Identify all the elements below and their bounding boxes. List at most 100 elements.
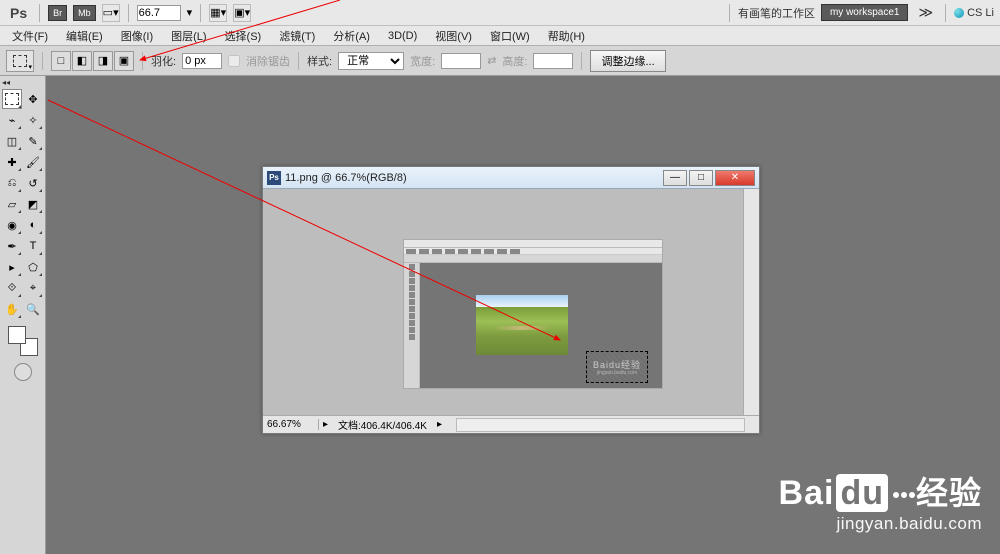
bridge-button[interactable]: Br	[48, 5, 67, 21]
antialias-label: 消除锯齿	[246, 53, 290, 69]
separator	[200, 4, 201, 22]
eraser-tool[interactable]: ▱	[2, 194, 22, 214]
pen-tool[interactable]: ✒	[2, 236, 22, 256]
separator	[128, 4, 129, 22]
foreground-color[interactable]	[8, 326, 26, 344]
separator	[42, 52, 43, 70]
mode-add-button[interactable]: ◧	[72, 51, 92, 71]
move-tool[interactable]: ✥	[23, 89, 43, 109]
hand-tool[interactable]: ✋	[2, 299, 22, 319]
doc-info[interactable]: 文档:406.4K/406.4K	[332, 417, 433, 432]
view-extras-icon[interactable]: ▭▾	[102, 4, 120, 22]
healing-brush-tool[interactable]: ✚	[2, 152, 22, 172]
mode-subtract-button[interactable]: ◨	[93, 51, 113, 71]
style-label: 样式:	[307, 53, 332, 69]
type-tool[interactable]: T	[23, 236, 43, 256]
separator	[142, 52, 143, 70]
3d-camera-tool[interactable]: ⌖	[23, 278, 43, 298]
style-select[interactable]: 正常	[338, 52, 404, 70]
height-input	[533, 53, 573, 69]
arrange-documents-icon[interactable]: ▦▾	[209, 4, 227, 22]
screen-mode-icon[interactable]: ▣▾	[233, 4, 251, 22]
clone-stamp-tool[interactable]: ⎌	[2, 173, 22, 193]
gradient-tool[interactable]: ◩	[23, 194, 43, 214]
separator	[581, 52, 582, 70]
cs-live-button[interactable]: CS Li	[954, 7, 994, 19]
crop-tool[interactable]: ◫	[2, 131, 22, 151]
menu-file[interactable]: 文件(F)	[4, 26, 56, 46]
history-brush-tool[interactable]: ↺	[23, 173, 43, 193]
menu-bar: 文件(F) 编辑(E) 图像(I) 图层(L) 选择(S) 滤镜(T) 分析(A…	[0, 26, 1000, 46]
wm-url: jingyan.baidu.com	[779, 514, 982, 534]
maximize-button[interactable]: □	[689, 170, 713, 186]
shape-tool[interactable]: ⬠	[23, 257, 43, 277]
my-workspace-button[interactable]: my workspace1	[821, 4, 908, 21]
wm-bai: Bai	[779, 474, 835, 512]
height-label: 高度:	[502, 53, 527, 69]
close-button[interactable]: ✕	[715, 170, 755, 186]
3d-tool[interactable]: ⟐	[2, 278, 22, 298]
zoom-tool[interactable]: 🔍	[23, 299, 43, 319]
menu-analysis[interactable]: 分析(A)	[325, 26, 378, 46]
ps-logo: Ps	[6, 5, 31, 21]
magic-wand-tool[interactable]: ✧	[23, 110, 43, 130]
path-selection-tool[interactable]: ▸	[2, 257, 22, 277]
feather-input[interactable]	[182, 53, 222, 69]
menu-edit[interactable]: 编辑(E)	[58, 26, 111, 46]
antialias-checkbox	[228, 55, 240, 67]
workspace-brush-label[interactable]: 有画笔的工作区	[738, 5, 815, 21]
document-titlebar[interactable]: Ps 11.png @ 66.7%(RGB/8) — □ ✕	[263, 167, 759, 189]
zoom-status[interactable]: 66.67%	[263, 419, 319, 430]
horizontal-scrollbar[interactable]	[456, 418, 745, 432]
current-tool-button[interactable]: ▾	[6, 50, 34, 72]
eyedropper-tool[interactable]: ✎	[23, 131, 43, 151]
more-workspaces-icon[interactable]: ≫	[914, 4, 937, 21]
inner-photo	[476, 295, 568, 355]
menu-3d[interactable]: 3D(D)	[380, 28, 425, 44]
dropdown-arrow-icon[interactable]: ▾	[187, 6, 193, 19]
cs-live-icon	[954, 8, 964, 18]
menu-layer[interactable]: 图层(L)	[163, 26, 214, 46]
color-swatches[interactable]	[8, 326, 38, 356]
tool-panel: ◂◂ ✥ ⌁ ✧ ◫ ✎ ✚ 🖌 ⎌ ↺ ▱ ◩ ◉ ◐ ✒	[0, 76, 46, 554]
menu-image[interactable]: 图像(I)	[113, 26, 161, 46]
menu-view[interactable]: 视图(V)	[427, 26, 480, 46]
options-bar: ▾ □ ◧ ◨ ▣ 羽化: 消除锯齿 样式: 正常 宽度: ⇄ 高度: 调整边缘…	[0, 46, 1000, 76]
quickmask-button[interactable]	[14, 363, 32, 381]
wm-jingyan: 经验	[916, 475, 982, 511]
status-menu-icon[interactable]: ▸	[437, 419, 442, 430]
blur-tool[interactable]: ◉	[2, 215, 22, 235]
inner-watermark-sub: jingyan.baidu.com	[587, 370, 647, 376]
dodge-tool[interactable]: ◐	[23, 215, 43, 235]
minimize-button[interactable]: —	[663, 170, 687, 186]
inner-screenshot: Baidu经验 jingyan.baidu.com	[403, 239, 663, 389]
document-status-bar: 66.67% ▸ 文档:406.4K/406.4K ▸	[263, 415, 759, 433]
inner-marquee-selection: Baidu经验 jingyan.baidu.com	[586, 351, 648, 383]
mode-new-button[interactable]: □	[51, 51, 71, 71]
menu-select[interactable]: 选择(S)	[217, 26, 270, 46]
ps-doc-icon: Ps	[267, 171, 281, 185]
minibridge-button[interactable]: Mb	[73, 5, 96, 21]
menu-help[interactable]: 帮助(H)	[540, 26, 593, 46]
brush-tool[interactable]: 🖌	[23, 152, 43, 172]
mode-intersect-button[interactable]: ▣	[114, 51, 134, 71]
separator	[729, 4, 730, 22]
separator	[945, 4, 946, 22]
menu-window[interactable]: 窗口(W)	[482, 26, 538, 46]
document-canvas[interactable]: Baidu经验 jingyan.baidu.com	[263, 189, 743, 415]
status-arrow-icon[interactable]: ▸	[319, 419, 332, 430]
tool-panel-collapse-icon[interactable]: ◂◂	[0, 78, 45, 88]
marquee-tool[interactable]	[2, 89, 22, 109]
document-title: 11.png @ 66.7%(RGB/8)	[285, 172, 659, 184]
refine-edge-button[interactable]: 调整边缘...	[590, 50, 665, 72]
wm-du: du	[836, 474, 888, 512]
lasso-tool[interactable]: ⌁	[2, 110, 22, 130]
selection-mode-group: □ ◧ ◨ ▣	[51, 51, 134, 71]
feather-label: 羽化:	[151, 53, 176, 69]
vertical-scrollbar[interactable]	[743, 189, 759, 415]
cs-live-label: CS Li	[967, 7, 994, 19]
width-input	[441, 53, 481, 69]
paw-icon	[892, 468, 916, 507]
menu-filter[interactable]: 滤镜(T)	[271, 26, 323, 46]
zoom-input[interactable]	[137, 5, 181, 21]
